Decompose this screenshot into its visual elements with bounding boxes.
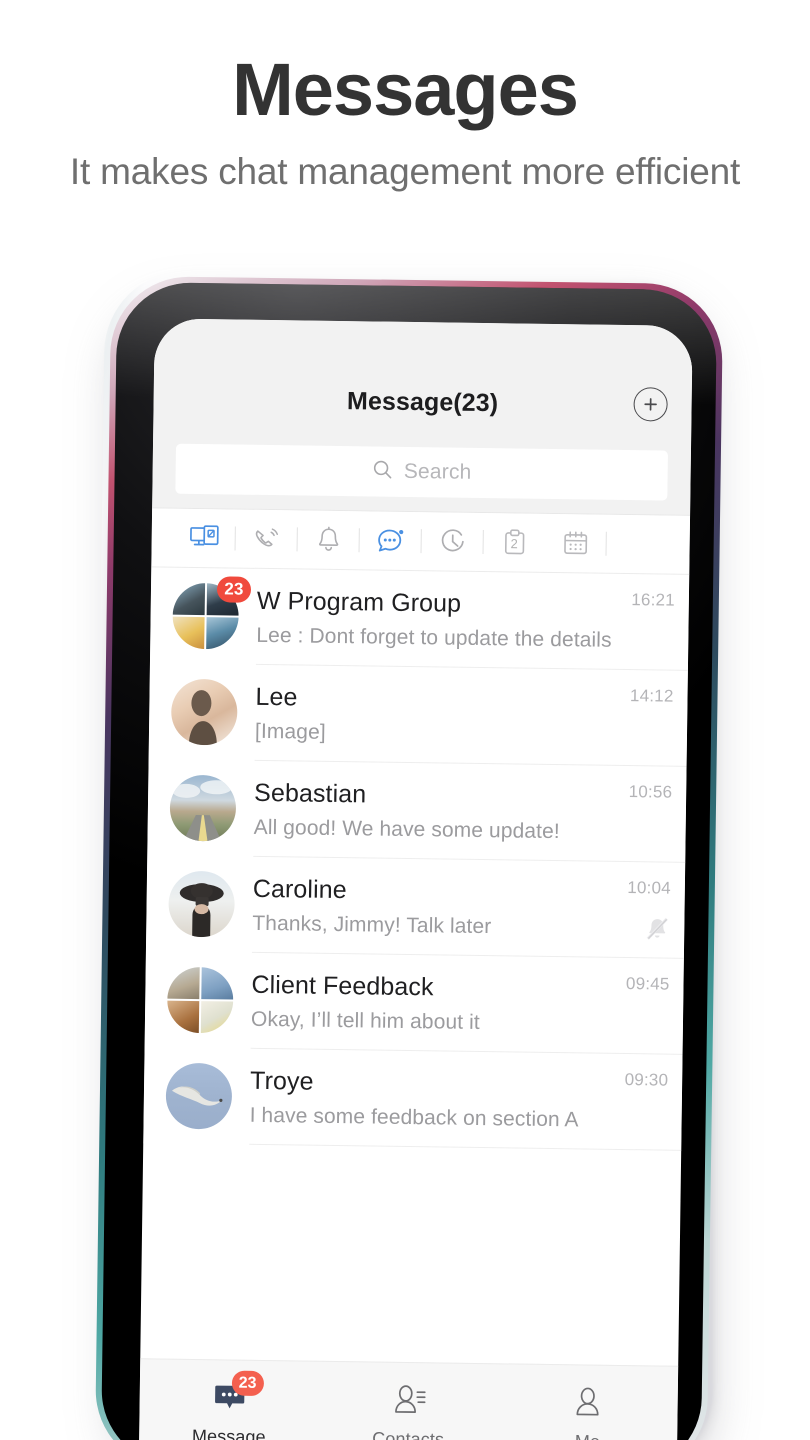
phone-screen: Message(23) Search 2 23 W Program Group … xyxy=(138,318,693,1440)
filter-phone-call[interactable] xyxy=(235,509,297,569)
chat-time: 16:21 xyxy=(631,590,676,610)
clipboard-count: 2 xyxy=(510,536,518,552)
chat-snippet: Thanks, Jimmy! Talk later xyxy=(252,911,492,939)
mute-bell-icon xyxy=(644,915,670,941)
tab-message[interactable]: 23 Message xyxy=(139,1359,320,1440)
phone-mockup: Message(23) Search 2 23 W Program Group … xyxy=(88,269,730,1440)
person-icon xyxy=(573,1385,604,1422)
tab-label: Message xyxy=(191,1426,266,1440)
filter-strip: 2 xyxy=(151,508,691,575)
table-row[interactable]: Caroline Thanks, Jimmy! Talk later 10:04 xyxy=(146,855,686,959)
tab-contacts[interactable]: Contacts xyxy=(318,1362,499,1440)
table-row[interactable]: 23 W Program Group Lee : Dont forget to … xyxy=(150,567,690,671)
filter-history-clock[interactable] xyxy=(421,512,483,572)
chat-snippet: I have some feedback on section A xyxy=(249,1103,579,1132)
table-row[interactable]: Sebastian All good! We have some update!… xyxy=(147,759,687,863)
chat-snippet: [Image] xyxy=(254,719,326,744)
status-badge: 23 xyxy=(216,576,252,603)
tab-badge: 23 xyxy=(231,1370,264,1397)
chat-time: 14:12 xyxy=(629,686,674,706)
chat-time: 09:45 xyxy=(625,974,670,994)
table-row[interactable]: Lee [Image] 14:12 xyxy=(149,663,688,767)
tab-label: Contacts xyxy=(372,1428,445,1440)
chat-name: Troye xyxy=(249,1066,314,1096)
filter-clipboard[interactable]: 2 xyxy=(483,513,545,573)
filter-bell[interactable] xyxy=(297,510,359,570)
avatar: 23 xyxy=(172,576,252,650)
avatar xyxy=(168,870,236,938)
chat-snippet: Lee : Dont forget to update the details xyxy=(256,623,612,652)
app-header: Message(23) Search xyxy=(152,318,693,516)
search-input[interactable]: Search xyxy=(175,443,668,501)
device-body: Message(23) Search 2 23 W Program Group … xyxy=(100,281,718,1440)
avatar xyxy=(170,678,238,746)
search-icon xyxy=(372,458,394,485)
chat-name: W Program Group xyxy=(256,586,462,618)
tab-label: Me xyxy=(575,1431,600,1440)
bottom-tab-bar: 23 Message Contacts xyxy=(138,1358,679,1440)
chat-snippet: All good! We have some update! xyxy=(253,815,560,844)
page-subtitle: It makes chat management more efficient xyxy=(69,151,741,192)
chat-name: Sebastian xyxy=(253,778,367,809)
chat-time: 09:30 xyxy=(624,1070,669,1090)
table-row[interactable]: Client Feedback Okay, I’ll tell him abou… xyxy=(145,951,684,1055)
chat-name: Client Feedback xyxy=(251,970,434,1002)
avatar xyxy=(165,1062,233,1130)
chat-list: 23 W Program Group Lee : Dont forget to … xyxy=(143,567,690,1151)
filter-chat-bubble[interactable] xyxy=(359,511,421,571)
nav-title: Message(23) xyxy=(346,387,499,418)
chat-name: Caroline xyxy=(252,874,347,905)
filter-screen-share[interactable] xyxy=(173,508,235,568)
avatar xyxy=(169,774,237,842)
table-row[interactable]: Troye I have some feedback on section A … xyxy=(143,1047,683,1151)
filter-calendar[interactable] xyxy=(544,513,606,573)
tab-me[interactable]: Me xyxy=(497,1364,678,1440)
page-root: Messages It makes chat management more e… xyxy=(0,0,810,1440)
page-title: Messages xyxy=(232,48,579,131)
avatar xyxy=(166,966,234,1034)
search-placeholder: Search xyxy=(403,459,472,484)
chat-name: Lee xyxy=(255,682,298,712)
chat-snippet: Okay, I’ll tell him about it xyxy=(250,1007,480,1035)
contacts-icon xyxy=(390,1382,427,1419)
chat-time: 10:56 xyxy=(628,782,673,802)
hero-section: Messages It makes chat management more e… xyxy=(0,0,810,198)
chat-time: 10:04 xyxy=(627,878,672,898)
